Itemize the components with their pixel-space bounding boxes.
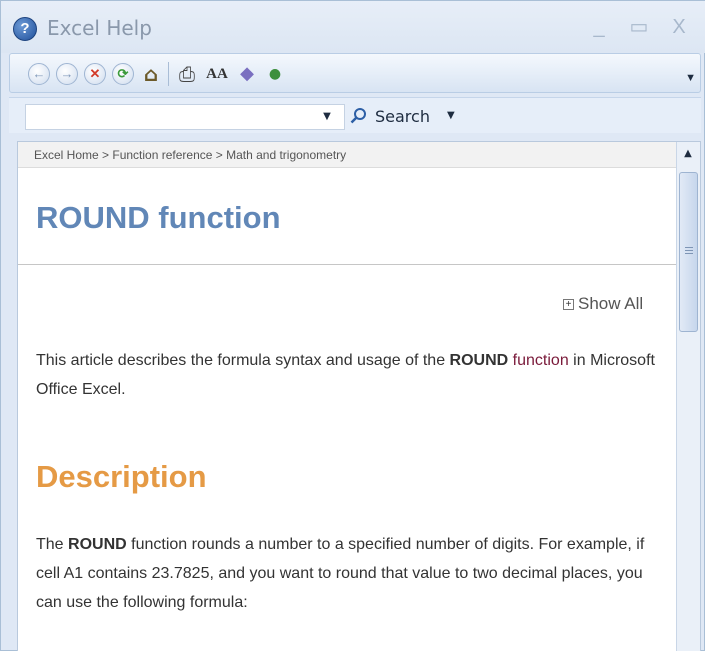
keep-on-top-icon[interactable]: ● <box>264 63 286 85</box>
show-all-label: Show All <box>578 294 644 313</box>
forward-icon[interactable]: → <box>56 63 78 85</box>
print-icon[interactable]: ⎙ <box>176 63 198 85</box>
title-divider <box>18 264 678 265</box>
intro-bold-text: ROUND <box>449 352 509 369</box>
toolbar: ← → ✕ ⟳ ⌂ ⎙ AA ◆ ● ▼ <box>9 53 701 93</box>
maximize-button[interactable]: ▭ <box>625 13 653 41</box>
help-window: ? Excel Help _ ▭ X ← → ✕ ⟳ ⌂ ⎙ AA ◆ ● ▼ … <box>0 0 705 651</box>
back-icon[interactable]: ← <box>28 63 50 85</box>
toolbar-separator <box>168 62 169 86</box>
desc-text-end: function rounds a number to a specified … <box>36 536 645 611</box>
vertical-scrollbar[interactable]: ▲ <box>676 142 700 651</box>
scroll-thumb[interactable] <box>679 172 698 332</box>
desc-bold-text: ROUND <box>68 536 127 553</box>
refresh-icon[interactable]: ⟳ <box>112 63 134 85</box>
search-input[interactable] <box>25 104 345 130</box>
scroll-up-icon[interactable]: ▲ <box>679 144 697 164</box>
desc-text: The <box>36 536 69 553</box>
window-title: Excel Help <box>47 16 152 40</box>
grip-icon <box>685 247 693 256</box>
table-of-contents-icon[interactable]: ◆ <box>236 63 258 85</box>
search-bar: ▼ Search ▼ <box>9 97 701 133</box>
search-button[interactable]: Search <box>375 107 430 126</box>
intro-text: This article describes the formula synta… <box>36 352 450 369</box>
home-icon[interactable]: ⌂ <box>140 63 162 85</box>
minimize-button[interactable]: _ <box>585 13 613 41</box>
close-button[interactable]: X <box>665 13 693 41</box>
breadcrumb[interactable]: Excel Home > Function reference > Math a… <box>18 142 678 168</box>
show-all-button[interactable]: + Show All <box>563 294 643 314</box>
description-paragraph: The ROUND function rounds a number to a … <box>36 530 666 617</box>
intro-paragraph: This article describes the formula synta… <box>36 346 666 404</box>
search-options-icon[interactable]: ▼ <box>447 110 455 121</box>
page-title: ROUND function <box>36 200 281 235</box>
stop-icon[interactable]: ✕ <box>84 63 106 85</box>
help-icon: ? <box>13 17 37 41</box>
function-link[interactable]: function <box>513 352 569 369</box>
search-icon[interactable] <box>349 106 369 126</box>
search-dropdown-icon[interactable]: ▼ <box>309 104 345 130</box>
text-size-icon[interactable]: AA <box>204 63 230 85</box>
toolbar-overflow-icon[interactable]: ▼ <box>685 72 696 84</box>
help-content: Excel Home > Function reference > Math a… <box>17 141 701 651</box>
section-heading: Description <box>36 459 207 494</box>
expand-icon: + <box>563 299 574 310</box>
title-bar[interactable]: ? Excel Help _ ▭ X <box>1 1 705 53</box>
